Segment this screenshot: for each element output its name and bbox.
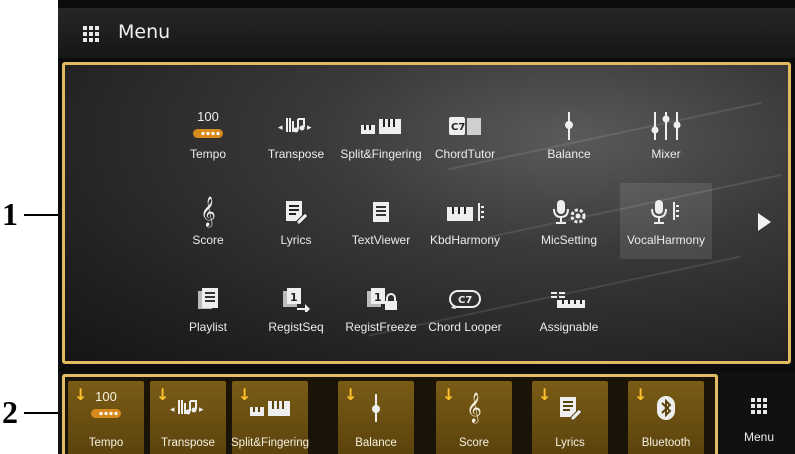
menu-item-kbdharmony[interactable]: KbdHarmony	[419, 191, 511, 253]
svg-text:▸: ▸	[199, 405, 204, 415]
transpose-icon: ◂ ▸	[250, 109, 342, 143]
page-title: Menu	[118, 21, 171, 43]
next-page-arrow-icon[interactable]	[758, 213, 771, 231]
balance-icon	[338, 393, 414, 423]
svg-text:◂: ◂	[170, 405, 175, 415]
lyrics-icon	[532, 393, 608, 423]
lyrics-icon	[250, 195, 342, 229]
split-fingering-icon	[335, 109, 427, 143]
svg-text:1: 1	[374, 291, 382, 304]
menu-item-label: VocalHarmony	[626, 233, 706, 247]
text-viewer-icon	[335, 195, 427, 229]
shortcut-label: Score	[458, 437, 490, 449]
mic-setting-icon	[523, 195, 615, 229]
callout-1: 1	[2, 196, 18, 232]
grid-icon	[83, 26, 99, 42]
playlist-icon	[162, 282, 254, 316]
menu-item-mixer[interactable]: Mixer	[620, 105, 712, 167]
shortcut-label: Balance	[355, 437, 397, 449]
regist-freeze-icon: 1	[335, 282, 427, 316]
balance-icon	[523, 109, 615, 143]
split-fingering-icon	[232, 393, 308, 423]
shortcut-bluetooth[interactable]: ↓ Bluetooth	[628, 381, 704, 454]
menu-item-label: Balance	[547, 147, 591, 161]
shortcut-label: Bluetooth	[641, 437, 691, 449]
menu-item-vocalharmony[interactable]: VocalHarmony	[620, 183, 712, 259]
menu-button[interactable]: Menu	[728, 384, 790, 452]
score-icon: 𝄞	[466, 392, 482, 423]
svg-text:C7: C7	[451, 122, 465, 133]
menu-panel: 100 Tempo ◂ ▸ Transpose Split&Fingering C…	[62, 62, 791, 364]
menu-item-label: Chord Looper	[428, 320, 502, 334]
menu-item-label: KbdHarmony	[429, 233, 501, 247]
shortcut-split-fingering[interactable]: ↓ Split&Fingering	[231, 381, 309, 454]
bluetooth-icon	[628, 393, 704, 423]
shortcut-label: Split&Fingering	[231, 437, 309, 449]
vocal-harmony-icon	[620, 195, 712, 229]
shortcut-balance[interactable]: ↓ Balance	[338, 381, 414, 454]
shortcut-transpose[interactable]: ↓ ◂ ▸ Transpose	[150, 381, 226, 454]
menu-item-label: Mixer	[651, 147, 681, 161]
menu-button-label: Menu	[743, 430, 775, 444]
shortcut-label: Transpose	[161, 437, 215, 449]
tempo-icon: 100	[162, 109, 254, 143]
tempo-value: 100	[197, 109, 219, 124]
svg-text:◂: ◂	[278, 123, 283, 133]
menu-item-label: ChordTutor	[434, 147, 496, 161]
title-bar: Menu	[58, 8, 795, 58]
svg-text:C7: C7	[458, 295, 472, 306]
tempo-value: 100	[95, 389, 117, 404]
svg-text:1: 1	[290, 291, 298, 304]
svg-text:▸: ▸	[307, 123, 312, 133]
menu-item-label: MicSetting	[540, 233, 598, 247]
menu-item-label: Assignable	[539, 320, 599, 334]
menu-item-micsetting[interactable]: MicSetting	[523, 191, 615, 253]
tempo-icon: 100	[68, 389, 144, 423]
callout-2: 2	[2, 394, 18, 430]
regist-seq-icon: 1	[250, 282, 342, 316]
shortcut-bar: ↓ 100 Tempo ↓ ◂ ▸ Transpose ↓ Split&Finge…	[62, 374, 718, 454]
mixer-icon	[620, 109, 712, 143]
menu-item-chord-looper[interactable]: C7 Chord Looper	[419, 278, 511, 340]
chord-tutor-icon: C7	[419, 109, 511, 143]
chord-looper-icon: C7	[419, 282, 511, 316]
instrument-screen: Menu 100 Tempo ◂ ▸ Transpose Split&Finge…	[58, 0, 795, 454]
shortcut-lyrics[interactable]: ↓ Lyrics	[532, 381, 608, 454]
kbd-harmony-icon	[419, 195, 511, 229]
shortcut-label: Tempo	[88, 437, 124, 449]
score-icon: 𝄞	[200, 196, 216, 227]
menu-item-assignable[interactable]: Assignable	[523, 278, 615, 340]
shortcut-tempo[interactable]: ↓ 100 Tempo	[68, 381, 144, 454]
menu-item-chordtutor[interactable]: C7 ChordTutor	[419, 105, 511, 167]
shortcut-label: Lyrics	[555, 437, 585, 449]
grid-icon	[751, 398, 767, 414]
menu-item-balance[interactable]: Balance	[523, 105, 615, 167]
transpose-icon: ◂ ▸	[150, 393, 226, 423]
shortcut-score[interactable]: ↓ 𝄞 Score	[436, 381, 512, 454]
assignable-icon	[523, 282, 615, 316]
